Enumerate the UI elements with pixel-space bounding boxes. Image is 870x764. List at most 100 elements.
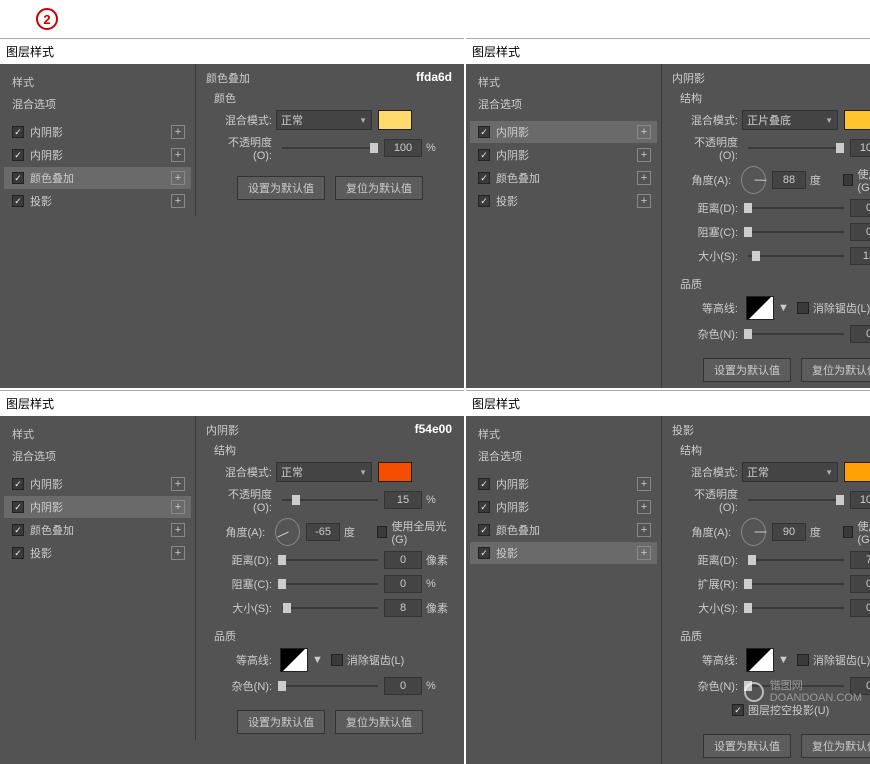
angle-dial[interactable] [741,166,766,194]
color-swatch[interactable] [378,462,412,482]
add-icon[interactable]: + [171,523,185,537]
size-slider[interactable] [748,601,844,615]
noise-slider[interactable] [748,327,844,341]
contour-picker[interactable] [746,296,774,320]
color-swatch[interactable] [844,462,870,482]
add-icon[interactable]: + [637,500,651,514]
size-slider[interactable] [748,249,844,263]
add-icon[interactable]: + [171,477,185,491]
style-checkbox[interactable] [12,126,24,138]
opacity-input[interactable]: 100 [850,139,870,157]
add-icon[interactable]: + [637,477,651,491]
blend-mode-select[interactable]: 正片叠底▼ [742,110,838,130]
angle-dial[interactable] [741,518,766,546]
sidebar-item-2[interactable]: 颜色叠加+ [470,519,657,541]
add-icon[interactable]: + [637,171,651,185]
style-checkbox[interactable] [478,149,490,161]
style-checkbox[interactable] [12,524,24,536]
add-icon[interactable]: + [171,194,185,208]
opacity-input[interactable]: 15 [384,491,422,509]
add-icon[interactable]: + [171,148,185,162]
sidebar-item-1[interactable]: 内阴影+ [4,496,191,518]
add-icon[interactable]: + [637,194,651,208]
add-icon[interactable]: + [637,546,651,560]
noise-input[interactable]: 0 [850,325,870,343]
style-checkbox[interactable] [478,478,490,490]
style-checkbox[interactable] [12,195,24,207]
blend-mode-select[interactable]: 正常▼ [276,110,372,130]
choke-input[interactable]: 0 [384,575,422,593]
add-icon[interactable]: + [171,125,185,139]
color-swatch[interactable] [844,110,870,130]
reset-default-button[interactable]: 复位为默认值 [801,734,870,758]
style-checkbox[interactable] [478,172,490,184]
style-checkbox[interactable] [478,501,490,513]
make-default-button[interactable]: 设置为默认值 [237,710,325,734]
style-checkbox[interactable] [478,126,490,138]
sidebar-item-0[interactable]: 内阴影+ [4,121,191,143]
make-default-button[interactable]: 设置为默认值 [703,734,791,758]
opacity-slider[interactable] [748,493,844,507]
contour-picker[interactable] [280,648,308,672]
add-icon[interactable]: + [171,500,185,514]
distance-slider[interactable] [748,201,844,215]
global-light-checkbox[interactable] [377,526,388,538]
spread-input[interactable]: 0 [850,575,870,593]
sidebar-item-1[interactable]: 内阴影+ [470,144,657,166]
sidebar-item-1[interactable]: 内阴影+ [4,144,191,166]
reset-default-button[interactable]: 复位为默认值 [335,176,423,200]
distance-slider[interactable] [748,553,844,567]
global-light-checkbox[interactable] [843,526,854,538]
opacity-input[interactable]: 100 [850,491,870,509]
add-icon[interactable]: + [637,148,651,162]
style-checkbox[interactable] [478,195,490,207]
choke-slider[interactable] [282,577,378,591]
make-default-button[interactable]: 设置为默认值 [703,358,791,382]
distance-slider[interactable] [282,553,378,567]
sidebar-item-0[interactable]: 内阴影+ [470,121,657,143]
sidebar-item-2[interactable]: 颜色叠加+ [470,167,657,189]
size-input[interactable]: 13 [850,247,870,265]
add-icon[interactable]: + [637,125,651,139]
opacity-slider[interactable] [282,493,378,507]
opacity-input[interactable]: 100 [384,139,422,157]
sidebar-item-2[interactable]: 颜色叠加+ [4,519,191,541]
sidebar-item-0[interactable]: 内阴影+ [470,473,657,495]
add-icon[interactable]: + [171,546,185,560]
blend-mode-select[interactable]: 正常▼ [742,462,838,482]
distance-input[interactable]: 0 [850,199,870,217]
add-icon[interactable]: + [171,171,185,185]
reset-default-button[interactable]: 复位为默认值 [335,710,423,734]
reset-default-button[interactable]: 复位为默认值 [801,358,870,382]
style-checkbox[interactable] [12,149,24,161]
style-checkbox[interactable] [12,478,24,490]
style-checkbox[interactable] [12,547,24,559]
color-swatch[interactable] [378,110,412,130]
style-checkbox[interactable] [478,524,490,536]
noise-slider[interactable] [282,679,378,693]
blend-mode-select[interactable]: 正常▼ [276,462,372,482]
distance-input[interactable]: 0 [384,551,422,569]
choke-input[interactable]: 0 [850,223,870,241]
angle-input[interactable]: 88 [772,171,806,189]
make-default-button[interactable]: 设置为默认值 [237,176,325,200]
anti-alias-checkbox[interactable] [797,654,809,666]
size-input[interactable]: 0 [850,599,870,617]
noise-input[interactable]: 0 [384,677,422,695]
angle-dial[interactable] [275,518,300,546]
size-slider[interactable] [282,601,378,615]
angle-input[interactable]: -65 [306,523,340,541]
choke-slider[interactable] [748,225,844,239]
size-input[interactable]: 8 [384,599,422,617]
anti-alias-checkbox[interactable] [331,654,343,666]
style-checkbox[interactable] [478,547,490,559]
style-checkbox[interactable] [12,172,24,184]
sidebar-item-3[interactable]: 投影+ [470,190,657,212]
angle-input[interactable]: 90 [772,523,806,541]
sidebar-item-1[interactable]: 内阴影+ [470,496,657,518]
sidebar-item-2[interactable]: 颜色叠加+ [4,167,191,189]
sidebar-item-3[interactable]: 投影+ [4,190,191,212]
style-checkbox[interactable] [12,501,24,513]
sidebar-item-3[interactable]: 投影+ [4,542,191,564]
opacity-slider[interactable] [282,141,378,155]
